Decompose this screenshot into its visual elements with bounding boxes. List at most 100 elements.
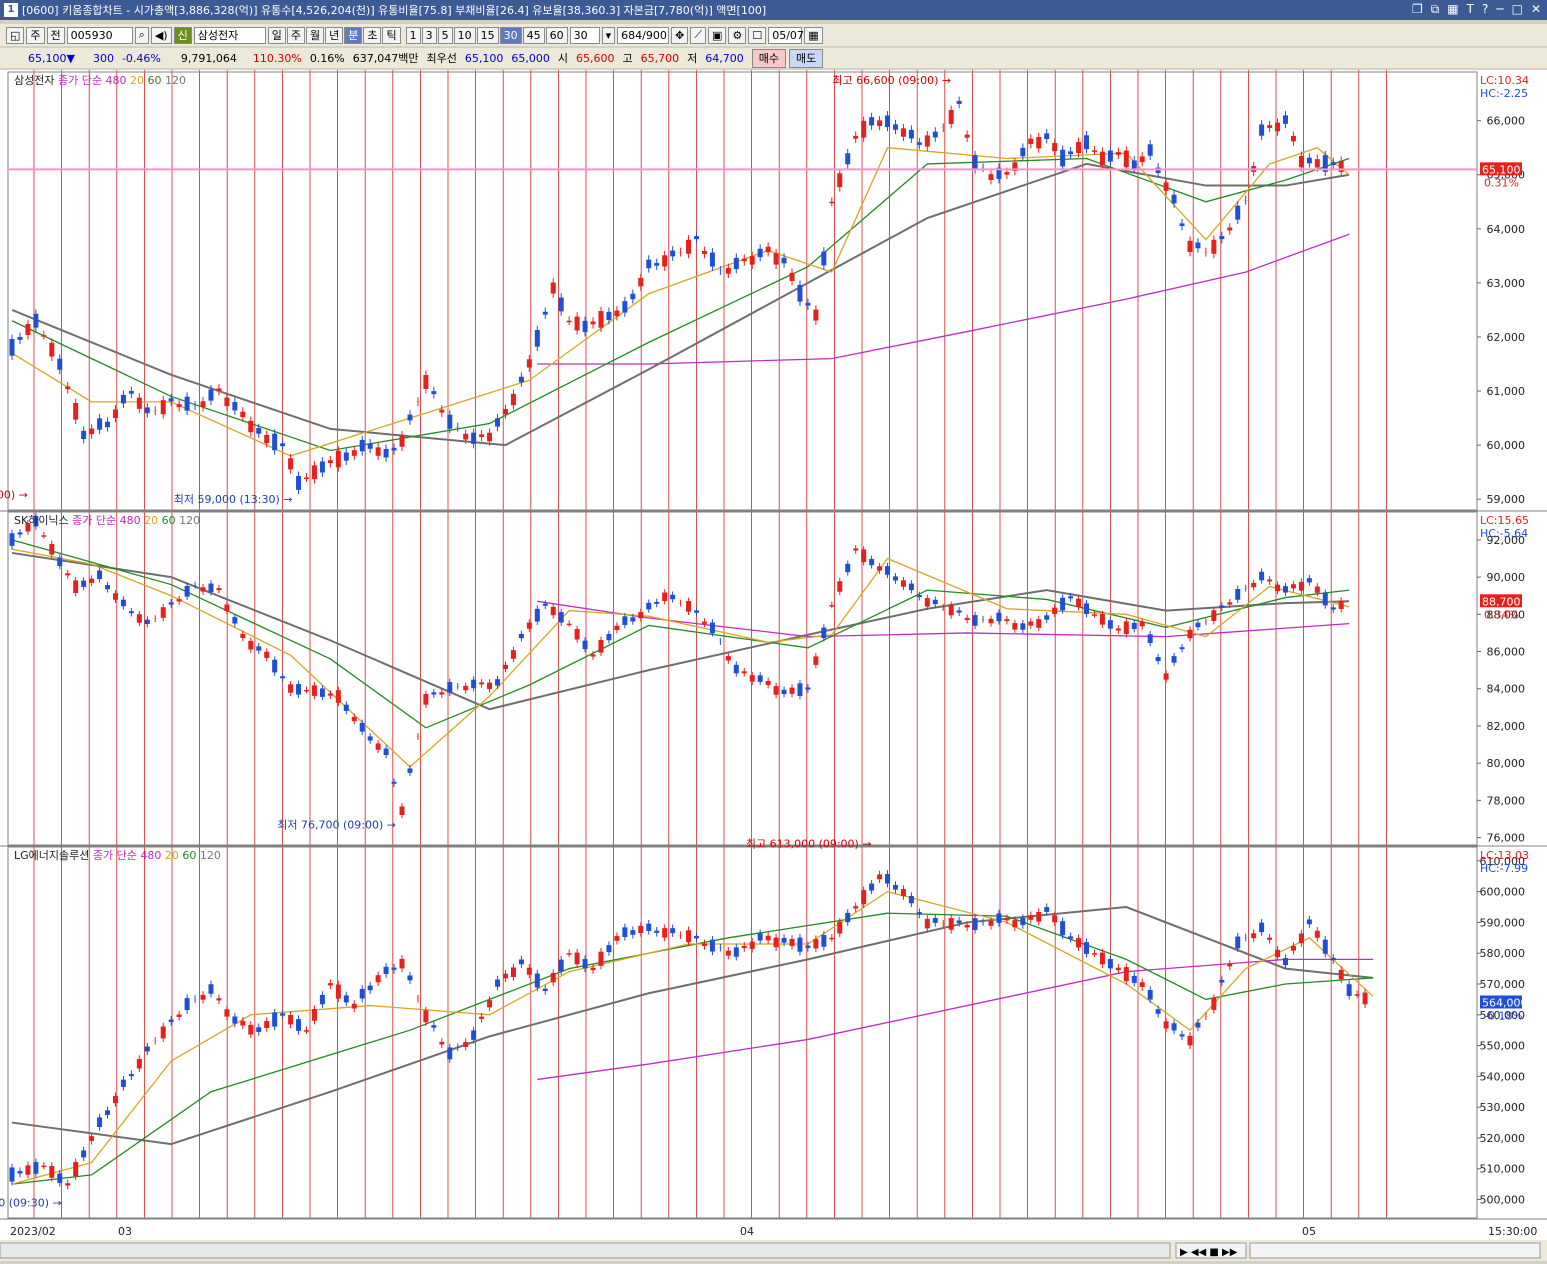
candle [1259, 923, 1264, 932]
period-tab[interactable]: 틱 [382, 27, 400, 44]
grid-icon[interactable]: ▦ [1447, 2, 1458, 17]
y-tick-label: 80,000 [1487, 757, 1526, 770]
crosshair-icon[interactable]: ✥ [671, 27, 688, 44]
candle [638, 612, 643, 618]
search-icon[interactable]: ⌕ [135, 27, 149, 44]
period-tab[interactable]: 일 [268, 27, 286, 44]
y-tick-label: 62,000 [1487, 331, 1526, 344]
interval-button[interactable]: 45 [523, 27, 545, 44]
candle [885, 116, 890, 127]
speaker-icon[interactable]: ◀) [151, 27, 172, 44]
date-input[interactable]: 05/07 [768, 27, 802, 44]
interval-button[interactable]: 15 [477, 27, 499, 44]
lc-label: LC:10.34 [1480, 74, 1529, 87]
candle [41, 1166, 46, 1168]
candle [256, 646, 261, 650]
date-checkbox[interactable]: ☐ [748, 27, 766, 44]
candle [439, 1042, 444, 1045]
interval-button[interactable]: 1 [406, 27, 421, 44]
candle [519, 634, 524, 638]
candle [1156, 657, 1161, 661]
candle [344, 995, 349, 1002]
period-tab[interactable]: 분 [344, 27, 362, 44]
max-annotation: 최고 94,000 (09:00) → [0, 489, 28, 502]
candle [352, 1004, 357, 1009]
candle [89, 579, 94, 583]
candle [591, 654, 596, 656]
close-icon[interactable]: ✕ [1531, 2, 1541, 17]
candle [1187, 630, 1192, 639]
interval-button[interactable]: 60 [546, 27, 568, 44]
candle [463, 1042, 468, 1047]
candle [161, 607, 166, 618]
candle [1323, 593, 1328, 606]
candle [1028, 139, 1033, 144]
candle [583, 641, 588, 649]
help-icon[interactable]: ? [1482, 2, 1488, 17]
interval-button[interactable]: 3 [422, 27, 437, 44]
save-icon[interactable]: ▣ [708, 27, 726, 44]
sell-button[interactable]: 매도 [789, 49, 823, 68]
candle [503, 409, 508, 414]
candle [1195, 242, 1200, 248]
candle [1315, 159, 1320, 167]
candle [1307, 919, 1312, 924]
candle [208, 984, 213, 993]
period-tab[interactable]: 초 [363, 27, 381, 44]
candle [1227, 964, 1232, 967]
font-icon[interactable]: T [1467, 2, 1474, 17]
candle [177, 1014, 182, 1017]
draw-icon[interactable]: ⟋ [690, 27, 706, 44]
stock-code-input[interactable]: 005930 [67, 27, 133, 44]
svg-text:▶ ◀◀ ■ ▶▶: ▶ ◀◀ ■ ▶▶ [1180, 1247, 1238, 1258]
layout-icon[interactable]: ◱ [6, 27, 24, 44]
candle [33, 1162, 38, 1174]
interval-button[interactable]: 5 [438, 27, 453, 44]
period-select[interactable]: 주 [26, 27, 44, 44]
candle [232, 617, 237, 623]
candle [869, 559, 874, 565]
candle [240, 412, 245, 417]
period-tab[interactable]: 주 [287, 27, 305, 44]
candle [1211, 240, 1216, 254]
period-tab[interactable]: 월 [306, 27, 324, 44]
quote-open-label: 시 [558, 50, 568, 66]
maximize-icon[interactable]: □ [1512, 2, 1523, 17]
candle [646, 260, 651, 269]
scroll-controls[interactable]: ▶ ◀◀ ■ ▶▶ [0, 1240, 1547, 1261]
period-tab[interactable]: 년 [325, 27, 343, 44]
restore-icon[interactable]: ❐ [1412, 2, 1423, 17]
stock-name: 삼성전자 [194, 27, 266, 44]
quote-best-ask: 65,100 [465, 52, 504, 65]
candle [447, 682, 452, 693]
minimize-icon[interactable]: ─ [1496, 2, 1503, 17]
chart-area[interactable]: 66,00065,00064,00063,00062,00061,00060,0… [0, 70, 1547, 1240]
candle [1140, 156, 1145, 162]
candle [853, 136, 858, 139]
candle [1092, 150, 1097, 152]
candle [551, 973, 556, 982]
candle [89, 429, 94, 435]
buy-button[interactable]: 매수 [752, 49, 786, 68]
candle [145, 620, 150, 624]
gear-icon[interactable]: ⚙ [728, 27, 746, 44]
interval-button[interactable]: 10 [454, 27, 476, 44]
count-select[interactable]: 30 [570, 27, 600, 44]
candle [328, 460, 333, 463]
candle [1116, 628, 1121, 630]
interval-buttons: 1351015304560 [406, 27, 568, 44]
candle [933, 600, 938, 604]
candle [1187, 241, 1192, 252]
chevron-down-icon[interactable]: ▾ [602, 27, 616, 44]
quote-best-bid: 65,000 [511, 52, 550, 65]
candle [1084, 942, 1089, 954]
candle [280, 443, 285, 446]
calendar-icon[interactable]: ▦ [804, 27, 822, 44]
interval-button[interactable]: 30 [500, 27, 522, 44]
candle [320, 461, 325, 472]
candle [606, 945, 611, 952]
candle [41, 335, 46, 337]
jeon-button[interactable]: 전 [47, 27, 65, 44]
link-icon[interactable]: ⧉ [1431, 2, 1440, 17]
candle [1060, 598, 1065, 611]
